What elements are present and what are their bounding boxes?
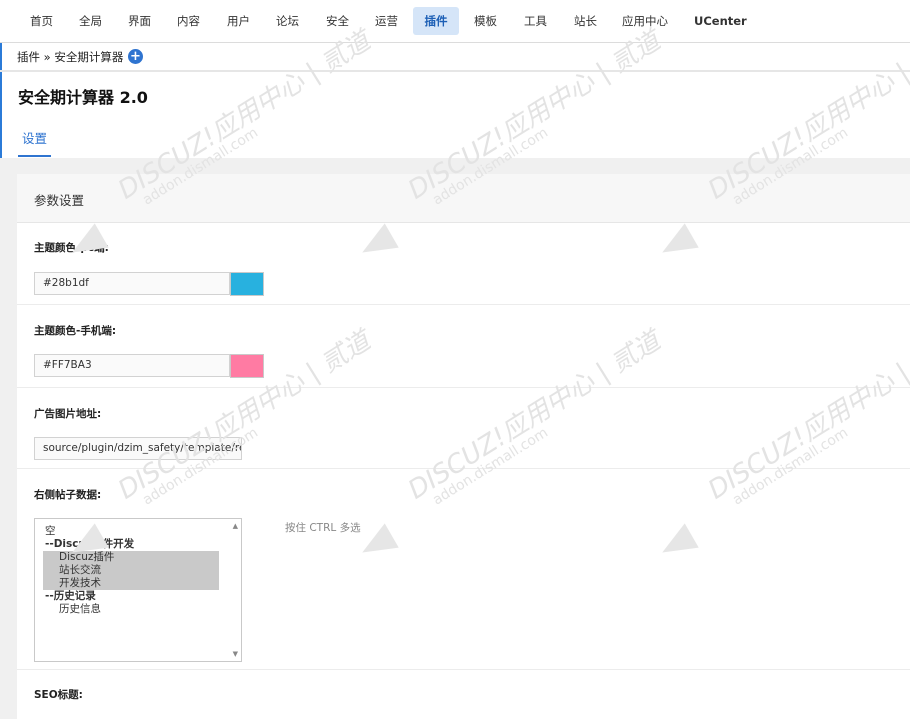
breadcrumb-divider <box>0 70 910 72</box>
multiselect-hint: 按住 CTRL 多选 <box>285 522 361 534</box>
select-option[interactable]: 站长交流 <box>59 564 101 577</box>
nav-item-security[interactable]: 安全 <box>318 7 357 35</box>
tab-settings[interactable]: 设置 <box>18 128 52 157</box>
select-option-group: --历史记录 <box>45 590 96 602</box>
pc-color-swatch[interactable] <box>230 272 264 296</box>
pc-color-label: 主题颜色-pc端: <box>34 242 109 254</box>
ad-image-label: 广告图片地址: <box>34 408 102 420</box>
field-divider <box>17 669 910 670</box>
nav-item-tools[interactable]: 工具 <box>516 7 555 35</box>
field-divider <box>17 468 910 469</box>
field-divider <box>17 304 910 305</box>
nav-item-global[interactable]: 全局 <box>71 7 110 35</box>
mobile-color-input[interactable]: #FF7BA3 <box>34 354 230 377</box>
nav-item-content[interactable]: 内容 <box>169 7 208 35</box>
page-title: 安全期计算器 2.0 <box>18 88 148 107</box>
field-divider <box>17 387 910 388</box>
nav-item-operations[interactable]: 运营 <box>367 7 406 35</box>
mobile-color-label: 主题颜色-手机端: <box>34 325 117 337</box>
breadcrumb: 插件 » 安全期计算器 <box>17 50 124 64</box>
nav-item-plugins[interactable]: 插件 <box>413 7 459 35</box>
ad-image-input[interactable]: source/plugin/dzim_safety/template/res/a… <box>34 437 242 460</box>
seo-title-label: SEO标题: <box>34 689 83 701</box>
select-option[interactable]: 开发技术 <box>59 577 101 590</box>
select-option-group: --Discuz插件开发 <box>45 538 135 550</box>
mobile-color-swatch[interactable] <box>230 354 264 378</box>
panel-header: 参数设置 <box>17 174 910 223</box>
settings-panel: 参数设置 主题颜色-pc端: #28b1df 主题颜色-手机端: #FF7BA3… <box>17 174 910 719</box>
pc-color-input[interactable]: #28b1df <box>34 272 230 295</box>
sidebar-posts-label: 右侧帖子数据: <box>34 489 102 501</box>
nav-item-ucenter[interactable]: UCenter <box>686 7 755 35</box>
nav-item-users[interactable]: 用户 <box>219 7 258 35</box>
nav-item-webmaster[interactable]: 站长 <box>566 7 605 35</box>
select-option[interactable]: 空 <box>45 525 56 538</box>
top-nav: 首页 全局 界面 内容 用户 论坛 安全 运营 插件 模板 工具 站长 应用中心… <box>0 0 910 43</box>
select-option[interactable]: 历史信息 <box>59 603 101 616</box>
panel-header-title: 参数设置 <box>34 193 85 208</box>
select-option[interactable]: Discuz插件 <box>59 551 114 564</box>
nav-item-forum[interactable]: 论坛 <box>268 7 307 35</box>
nav-item-interface[interactable]: 界面 <box>120 7 159 35</box>
nav-item-home[interactable]: 首页 <box>22 7 61 35</box>
nav-item-app-center[interactable]: 应用中心 <box>614 7 676 35</box>
add-shortcut-icon[interactable]: + <box>128 49 143 64</box>
scroll-up-icon[interactable]: ▲ <box>233 522 238 530</box>
nav-item-templates[interactable]: 模板 <box>466 7 505 35</box>
sidebar-posts-multiselect[interactable]: 空 --Discuz插件开发 Discuz插件 站长交流 开发技术 --历史记录… <box>34 518 242 662</box>
scroll-down-icon[interactable]: ▼ <box>233 650 238 658</box>
